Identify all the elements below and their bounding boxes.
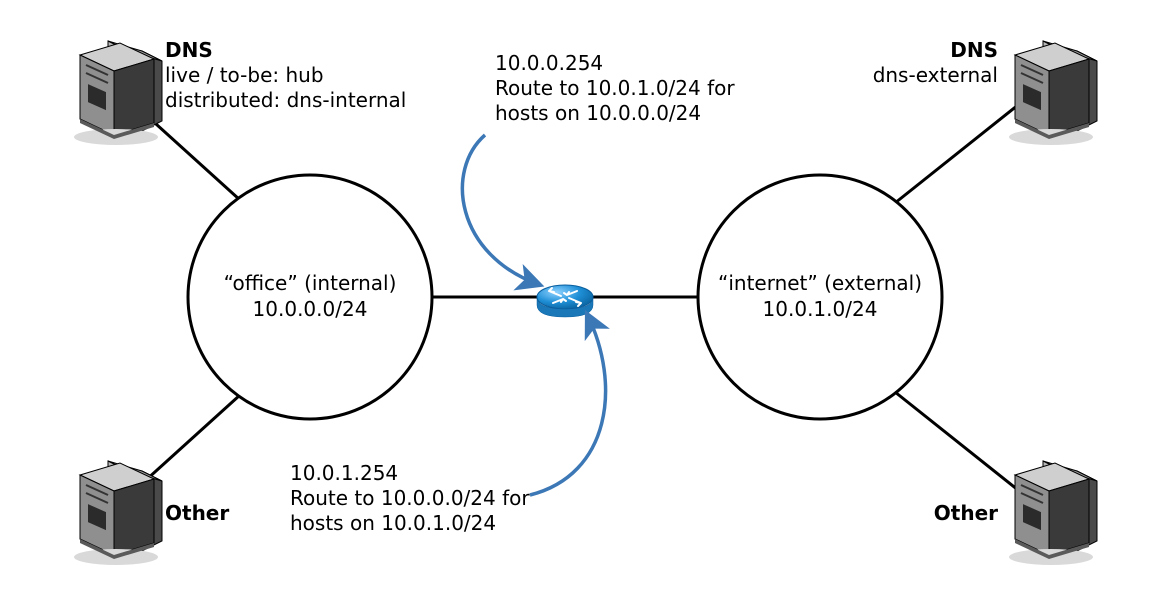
right-top-server-title: DNS [950,38,998,62]
server-icon [1009,461,1097,565]
route-bottom-line2: hosts on 10.0.1.0/24 [290,511,496,535]
left-top-server-line2: distributed: dns-internal [165,88,406,112]
internet-network-subnet: 10.0.1.0/24 [763,297,878,321]
server-icon [74,461,162,565]
server-icon [1009,41,1097,145]
link-line [895,392,1018,490]
office-network-subnet: 10.0.0.0/24 [253,297,368,321]
left-top-server-line1: live / to-be: hub [165,63,324,87]
route-top-line2: hosts on 10.0.0.0/24 [495,101,701,125]
link-line [895,105,1018,203]
right-bottom-server-title: Other [934,501,998,525]
left-top-server-title: DNS [165,38,213,62]
server-icon [74,41,162,145]
route-arrow-bottom [530,314,606,495]
internet-network-name: “internet” (external) [718,271,922,295]
route-bottom-line1: Route to 10.0.0.0/24 for [290,486,530,510]
right-top-server-line1: dns-external [873,63,998,87]
route-bottom-ip: 10.0.1.254 [290,461,398,485]
route-top-line1: Route to 10.0.1.0/24 for [495,76,735,100]
left-bottom-server-title: Other [165,501,229,525]
route-arrow-top [462,135,540,285]
office-network-name: “office” (internal) [224,271,397,295]
route-top-ip: 10.0.0.254 [495,51,603,75]
router-icon [537,285,593,317]
